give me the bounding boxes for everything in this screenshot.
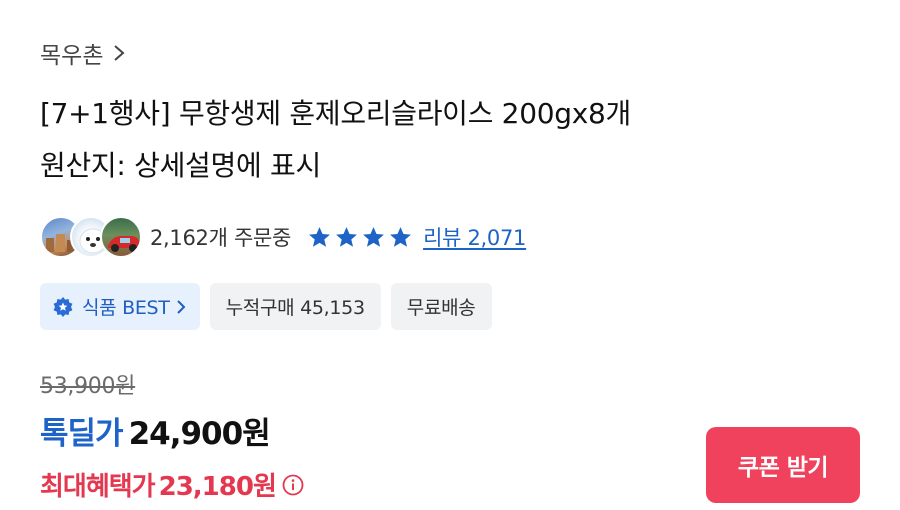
medal-icon — [53, 296, 73, 317]
deal-price: 24,900원 — [128, 416, 271, 452]
original-price: 53,900원 — [40, 374, 136, 399]
avatar — [100, 216, 142, 258]
product-origin: 원산지: 상세설명에 표시 — [40, 149, 321, 182]
seller-name: 목우촌 — [40, 43, 104, 69]
rating-stars — [307, 225, 415, 250]
free-shipping-badge: 무료배송 — [390, 283, 492, 330]
order-count: 2,162개 주문중 — [150, 226, 292, 250]
star-icon — [363, 226, 384, 247]
stats-row: 2,162개 주문중 리뷰 2,071 — [40, 214, 526, 260]
star-icon — [336, 226, 357, 247]
seller-link[interactable]: 목우촌 — [40, 36, 126, 70]
chevron-right-icon — [176, 299, 186, 314]
food-best-label: 식품 BEST — [82, 297, 170, 319]
chevron-right-icon — [114, 45, 126, 61]
food-best-badge[interactable]: 식품 BEST — [40, 283, 200, 330]
buyer-avatars — [40, 214, 144, 260]
info-icon[interactable] — [282, 474, 304, 496]
coupon-button[interactable]: 쿠폰 받기 — [706, 427, 860, 503]
review-link[interactable]: 리뷰 2,071 — [423, 222, 526, 252]
max-benefit-row: 최대혜택가 23,180원 — [40, 466, 304, 503]
max-benefit-price: 23,180원 — [158, 472, 277, 502]
product-title: [7+1행사] 무항생제 훈제오리슬라이스 200gx8개 원산지: 상세설명에… — [40, 88, 860, 192]
free-shipping-label: 무료배송 — [406, 297, 476, 319]
cumulative-purchase-badge: 누적구매 45,153 — [209, 283, 381, 330]
star-icon — [390, 226, 411, 247]
max-benefit-label: 최대혜택가 — [40, 472, 156, 502]
cumulative-purchase-label: 누적구매 45,153 — [225, 297, 365, 319]
star-icon — [309, 226, 330, 247]
deal-label: 톡딜가 — [40, 416, 124, 452]
deal-price-row: 톡딜가 24,900원 — [40, 408, 271, 453]
badge-row: 식품 BEST 누적구매 45,153 무료배송 — [40, 283, 492, 330]
product-title-line1: [7+1행사] 무항생제 훈제오리슬라이스 200gx8개 — [40, 97, 631, 130]
